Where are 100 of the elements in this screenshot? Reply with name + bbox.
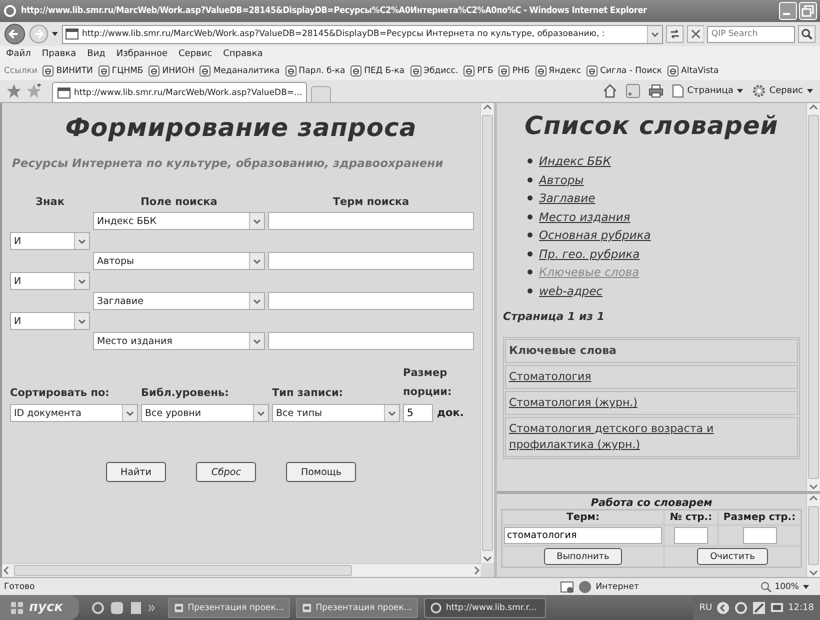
start-button[interactable]: пуск xyxy=(0,595,79,620)
term-field[interactable] xyxy=(268,292,474,310)
app-icon[interactable] xyxy=(110,600,124,614)
toolbar-button[interactable]: Страница xyxy=(672,84,744,98)
page-icon xyxy=(350,65,362,77)
dictionary-link[interactable]: web-адрес xyxy=(539,284,603,298)
home-icon[interactable] xyxy=(602,83,618,99)
menu-item[interactable]: Сервис xyxy=(178,49,212,59)
browser-icon[interactable] xyxy=(91,600,105,614)
feed-icon[interactable] xyxy=(626,84,640,98)
dropdown[interactable]: Все уровни xyxy=(141,404,269,422)
document-icon[interactable] xyxy=(129,600,143,614)
search-icon[interactable] xyxy=(798,25,816,43)
link-item[interactable]: РНБ xyxy=(498,65,530,77)
menu-item[interactable]: Правка xyxy=(42,49,76,59)
dropdown[interactable]: И xyxy=(10,272,90,290)
link-item[interactable]: Сигла - Поиск xyxy=(586,65,662,77)
form-title: Формирование запроса xyxy=(64,113,418,142)
term-field[interactable] xyxy=(268,332,474,350)
menu-item[interactable]: Файл xyxy=(6,49,31,59)
dropdown[interactable]: И xyxy=(10,312,90,330)
monitor-icon[interactable] xyxy=(770,600,784,614)
link-item[interactable]: ИНИОН xyxy=(148,65,194,77)
link-item[interactable]: Парл. б-ка xyxy=(284,65,346,77)
taskbar-button[interactable]: http://www.lib.smr.r... xyxy=(424,598,546,618)
page-icon xyxy=(284,65,297,77)
link-item[interactable]: Яндекс xyxy=(534,65,582,77)
refresh-icon[interactable] xyxy=(666,25,684,43)
address-field[interactable]: http://www.lib.smr.ru/MarcWeb/Work.asp?ValueDB=28145&DisplayDB=Ресурсы Интернета по культуре, образованию, : xyxy=(62,24,664,44)
scrollbar[interactable] xyxy=(2,563,481,577)
column-header: № стр.: xyxy=(664,510,718,525)
back-icon[interactable] xyxy=(4,23,26,45)
page-icon xyxy=(667,65,680,77)
chevron-icon[interactable] xyxy=(716,600,730,614)
form-button[interactable]: Сброс xyxy=(196,462,256,482)
caret-icon[interactable] xyxy=(51,30,59,38)
clear-button[interactable]: Очистить xyxy=(697,548,768,565)
star-icon[interactable] xyxy=(6,83,22,99)
form-button[interactable]: Найти xyxy=(106,462,166,482)
page-icon xyxy=(57,86,71,98)
term-field[interactable] xyxy=(268,252,474,270)
link-item[interactable]: Меданалитика xyxy=(199,65,280,77)
dictionary-link[interactable]: Место издания xyxy=(539,210,630,224)
bullet-icon xyxy=(527,250,533,257)
dropdown[interactable]: ID документа xyxy=(10,404,138,422)
term-field[interactable] xyxy=(268,212,474,230)
link-item[interactable]: ВИНИТИ xyxy=(42,65,93,77)
link-item[interactable]: РГБ xyxy=(463,65,494,77)
menu-item[interactable]: Вид xyxy=(87,49,106,59)
caret-icon xyxy=(2,566,11,575)
minimize-icon[interactable] xyxy=(779,2,797,20)
caret-icon xyxy=(483,103,492,112)
taskbar-button[interactable]: Презентация проек... xyxy=(296,598,418,618)
form-button[interactable]: Помощь xyxy=(286,462,356,482)
page-icon xyxy=(463,65,476,77)
link-item[interactable]: Эбдисс. xyxy=(410,65,458,77)
tray-icon[interactable] xyxy=(734,600,748,614)
restore-icon[interactable] xyxy=(799,2,817,20)
dropdown[interactable]: Все типы xyxy=(272,404,400,422)
toolbar-button[interactable]: Сервис xyxy=(752,84,814,98)
panel-title: Работа со словарем xyxy=(590,497,714,509)
menu-item[interactable]: Справка xyxy=(223,49,263,59)
menu-item[interactable]: Избранное xyxy=(116,49,168,59)
dropdown[interactable]: Индекс ББК xyxy=(93,212,265,230)
close-icon[interactable] xyxy=(686,25,704,43)
page-size-field[interactable] xyxy=(742,527,776,544)
dictionary-link[interactable]: Заглавие xyxy=(539,191,596,206)
language-indicator[interactable]: RU xyxy=(699,602,712,612)
printer-icon[interactable] xyxy=(648,83,664,99)
scrollbar[interactable] xyxy=(806,494,820,577)
clock: 12:18 xyxy=(788,602,814,612)
chevron-icon[interactable] xyxy=(148,604,156,612)
execute-button[interactable]: Выполнить xyxy=(544,548,622,565)
scrollbar[interactable] xyxy=(480,103,494,563)
scrollbar[interactable] xyxy=(806,103,820,491)
dictionary-link[interactable]: Пр. гео. рубрика xyxy=(539,246,640,261)
dictionary-link[interactable]: Авторы xyxy=(539,172,584,187)
tray-icon[interactable] xyxy=(752,600,766,614)
dictionary-link[interactable]: Основная рубрика xyxy=(539,228,651,242)
link-item[interactable]: ПЕД Б-ка xyxy=(350,65,405,77)
link-item[interactable]: ГЦНМБ xyxy=(98,65,144,77)
dropdown[interactable]: Место издания xyxy=(93,332,265,350)
dropdown[interactable]: И xyxy=(10,232,90,250)
page-number-field[interactable] xyxy=(674,527,708,544)
term-field[interactable]: стоматология xyxy=(504,527,662,544)
zoom-control[interactable]: 100% xyxy=(760,580,810,592)
gear-icon xyxy=(752,84,766,98)
bullet-icon xyxy=(527,158,533,164)
portion-field[interactable]: 5 xyxy=(403,404,433,422)
dictionary-link[interactable]: Индекс ББК xyxy=(539,154,612,168)
table-header: Ключевые слова xyxy=(505,339,798,363)
search-field[interactable]: QIP Search xyxy=(707,26,796,42)
taskbar-button[interactable]: Презентация проек... xyxy=(168,598,290,618)
star-plus-icon[interactable] xyxy=(26,83,42,99)
browser-tab[interactable]: http://www.lib.smr.ru/MarcWeb/Work.asp?ValueDB=... xyxy=(52,82,308,102)
link-item[interactable]: AltaVista xyxy=(667,65,719,77)
magnifier-icon xyxy=(760,580,772,592)
dropdown[interactable]: Заглавие xyxy=(93,292,265,310)
dropdown[interactable]: Авторы xyxy=(93,252,265,270)
page-icon xyxy=(586,65,598,77)
